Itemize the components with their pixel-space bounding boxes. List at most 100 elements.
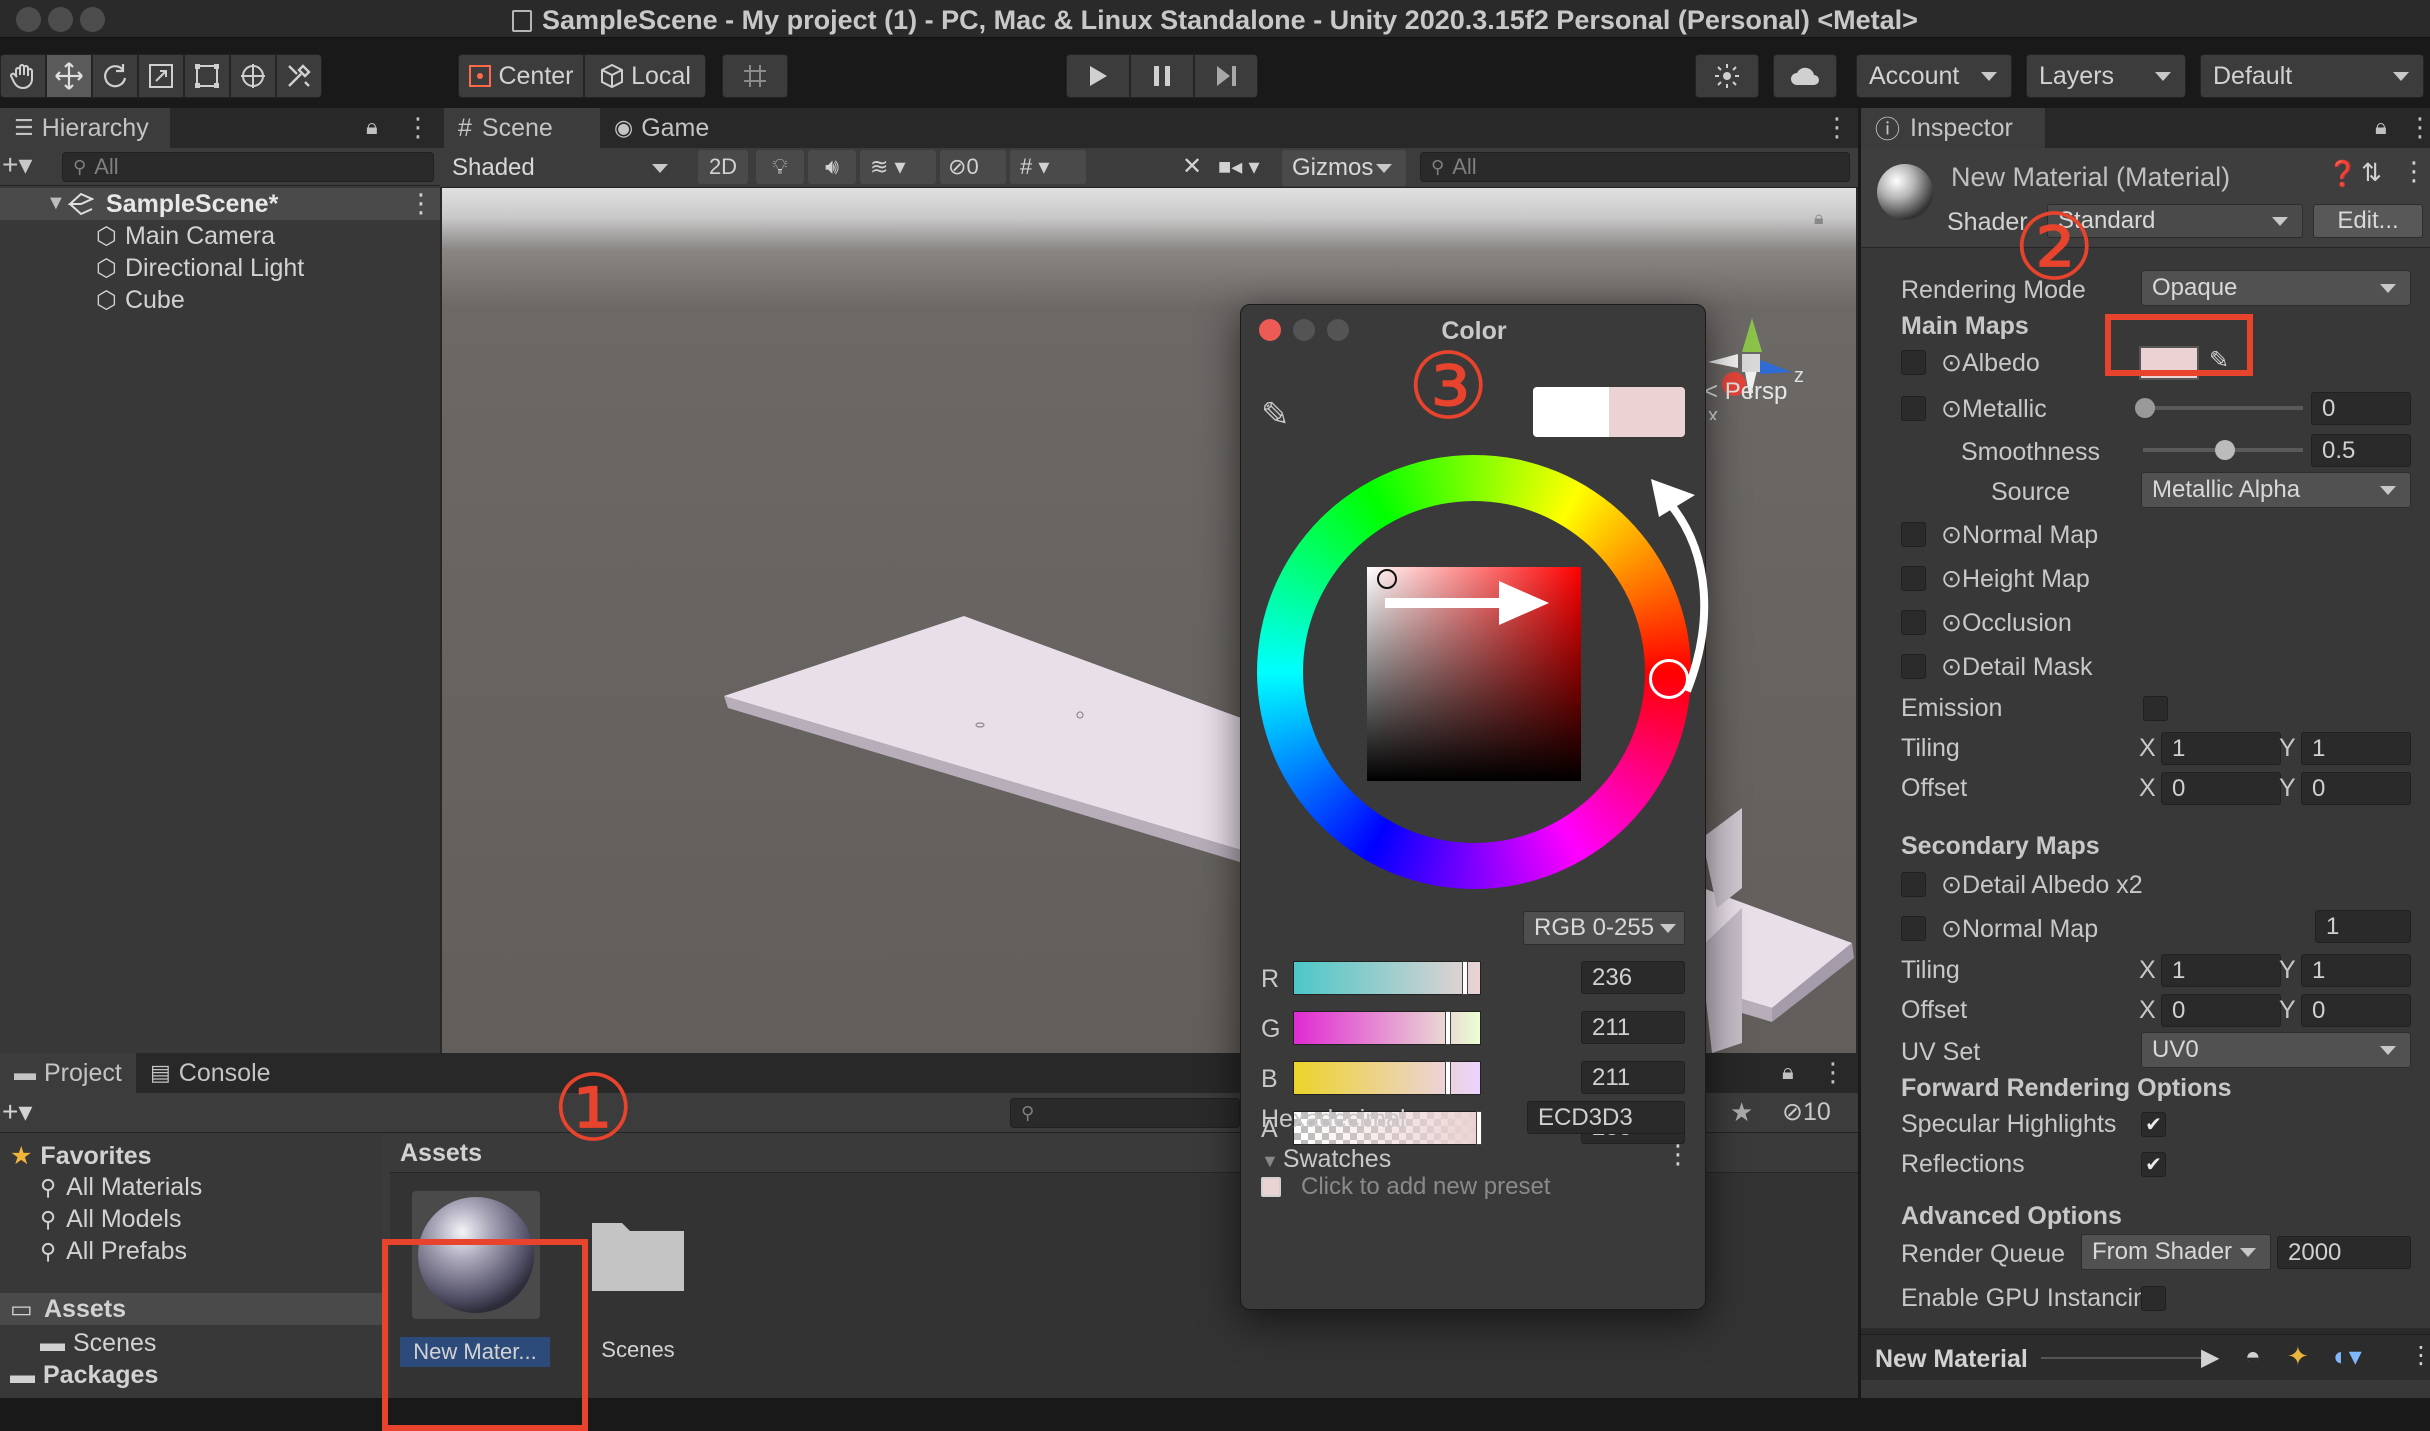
rotate-tool-button[interactable]: [92, 54, 138, 98]
tiling-x-input[interactable]: 1: [2161, 732, 2281, 765]
scene-tools-button[interactable]: ✕: [1170, 150, 1214, 184]
panel-menu-icon[interactable]: ⋮: [2407, 112, 2430, 143]
favorite-item[interactable]: ⚲ All Prefabs: [40, 1237, 187, 1266]
albedo-texture-slot[interactable]: [1901, 350, 1926, 375]
metallic-slider-track[interactable]: [2143, 406, 2303, 410]
grid-snap-button[interactable]: [722, 54, 788, 98]
add-preset-button[interactable]: [1261, 1177, 1281, 1197]
scenes-folder-item[interactable]: [590, 1213, 686, 1293]
hex-input[interactable]: ECD3D3: [1527, 1101, 1685, 1134]
channel-value-input[interactable]: 211: [1581, 1011, 1685, 1044]
hierarchy-item[interactable]: ⬡ Directional Light: [96, 252, 304, 284]
panel-menu-icon[interactable]: ⋮: [405, 112, 431, 143]
cloud-button[interactable]: [1773, 54, 1837, 98]
hierarchy-search-input[interactable]: ⚲ All: [62, 152, 434, 182]
lock-icon[interactable]: 🔒︎: [366, 114, 378, 140]
custom-tool-button[interactable]: [276, 54, 322, 98]
layout-dropdown[interactable]: Default: [2200, 54, 2424, 98]
color-mode-dropdown[interactable]: RGB 0-255: [1523, 911, 1685, 945]
tab-game[interactable]: ◉ Game: [600, 108, 740, 148]
metallic-slider-thumb[interactable]: [2135, 398, 2155, 418]
panel-menu-icon[interactable]: ⋮: [2409, 1341, 2430, 1370]
hidden-packages-toggle[interactable]: ⊘10: [1782, 1097, 1831, 1127]
hierarchy-item[interactable]: ⬡ Main Camera: [96, 220, 275, 252]
grid-dropdown[interactable]: # ▾: [1010, 150, 1086, 184]
tab-inspector[interactable]: ⓘ Inspector: [1861, 108, 2045, 148]
collab-button[interactable]: [1695, 54, 1759, 98]
move-tool-button[interactable]: [46, 54, 92, 98]
eyedropper-icon[interactable]: ✎: [1261, 395, 1290, 435]
shading-mode-dropdown[interactable]: Shaded: [442, 150, 682, 186]
settings-sliders-icon[interactable]: ⇅: [2361, 158, 2382, 188]
effects-dropdown[interactable]: ≋ ▾: [860, 150, 936, 184]
smoothness-input[interactable]: 0.5: [2311, 434, 2411, 467]
swatches-menu-icon[interactable]: ⋮: [1665, 1139, 1691, 1170]
sec-offset-x-input[interactable]: 0: [2161, 994, 2281, 1027]
hidden-objects-toggle[interactable]: ⊘0: [940, 150, 1006, 184]
pivot-local-button[interactable]: Local: [584, 54, 706, 98]
hierarchy-item[interactable]: ⬡ Cube: [96, 284, 185, 316]
channel-slider-thumb[interactable]: [1462, 961, 1468, 995]
specular-highlights-checkbox[interactable]: ✔: [2141, 1112, 2166, 1137]
tiling-y-input[interactable]: 1: [2301, 732, 2411, 765]
sec-offset-y-input[interactable]: 0: [2301, 994, 2411, 1027]
lock-icon[interactable]: 🔒︎: [2375, 114, 2387, 140]
scenes-tree-row[interactable]: ▬ Scenes: [40, 1329, 156, 1358]
preview-shape-dropdown[interactable]: ◐▾: [2333, 1341, 2362, 1372]
packages-tree-row[interactable]: ▬ Packages: [10, 1361, 158, 1390]
step-button[interactable]: [1194, 54, 1258, 98]
scene-root-row[interactable]: ▼ SampleScene* ⋮: [0, 188, 440, 220]
tab-hierarchy[interactable]: ☰ Hierarchy: [0, 108, 170, 148]
tab-project[interactable]: ▬ Project: [0, 1053, 136, 1093]
panel-menu-icon[interactable]: ⋮: [1820, 1057, 1846, 1088]
scale-tool-button[interactable]: [138, 54, 184, 98]
tab-scene[interactable]: # Scene: [444, 108, 600, 148]
sec-normal-scale-input[interactable]: 1: [2315, 910, 2411, 943]
preview-drag-handle[interactable]: [2041, 1357, 2211, 1359]
channel-value-input[interactable]: 211: [1581, 1061, 1685, 1094]
add-icon[interactable]: +▾: [2, 148, 32, 181]
favorite-item[interactable]: ⚲ All Models: [40, 1205, 181, 1234]
play-icon[interactable]: ▶: [2201, 1343, 2219, 1372]
shader-edit-button[interactable]: Edit...: [2313, 204, 2423, 238]
breadcrumb-assets[interactable]: Assets: [400, 1139, 482, 1168]
star-icon[interactable]: ★: [1730, 1097, 1753, 1128]
play-button[interactable]: [1066, 54, 1130, 98]
uv-set-dropdown[interactable]: UV0: [2141, 1032, 2411, 1068]
panel-menu-icon[interactable]: ⋮: [1824, 112, 1850, 143]
camera-dropdown[interactable]: ■◂ ▾: [1218, 150, 1278, 184]
add-icon[interactable]: +▾: [2, 1095, 32, 1128]
sec-tiling-x-input[interactable]: 1: [2161, 954, 2281, 987]
pivot-center-button[interactable]: Center: [458, 54, 584, 98]
channel-value-input[interactable]: 236: [1581, 961, 1685, 994]
height-map-slot[interactable]: [1901, 566, 1926, 591]
gpu-instancing-checkbox[interactable]: [2141, 1286, 2166, 1311]
persp-label[interactable]: < Persp: [1704, 378, 1787, 406]
scene-menu-icon[interactable]: ⋮: [408, 188, 434, 219]
channel-slider[interactable]: [1293, 1011, 1481, 1045]
layers-dropdown[interactable]: Layers: [2026, 54, 2186, 98]
scenes-folder-label[interactable]: Scenes: [586, 1337, 690, 1363]
channel-slider-thumb[interactable]: [1445, 1061, 1451, 1095]
channel-slider[interactable]: [1293, 961, 1481, 995]
previous-color-swatch[interactable]: [1533, 387, 1609, 437]
occlusion-slot[interactable]: [1901, 610, 1926, 635]
audio-toggle-button[interactable]: 🔊︎: [808, 150, 856, 184]
assets-tree-row[interactable]: ▭ Assets: [0, 1293, 382, 1325]
reflections-checkbox[interactable]: ✔: [2141, 1152, 2166, 1177]
sec-tiling-y-input[interactable]: 1: [2301, 954, 2411, 987]
sec-normal-map-slot[interactable]: [1901, 916, 1926, 941]
hand-tool-button[interactable]: [0, 54, 46, 98]
channel-slider-thumb[interactable]: [1476, 1111, 1482, 1145]
detail-mask-slot[interactable]: [1901, 654, 1926, 679]
render-queue-dropdown[interactable]: From Shader: [2081, 1234, 2271, 1270]
source-dropdown[interactable]: Metallic Alpha: [2141, 472, 2411, 508]
lock-icon[interactable]: 🔒︎: [1782, 1059, 1794, 1085]
channel-slider-thumb[interactable]: [1445, 1011, 1451, 1045]
component-menu-icon[interactable]: ⋮: [2401, 156, 2427, 187]
rect-tool-button[interactable]: [184, 54, 230, 98]
transform-tool-button[interactable]: [230, 54, 276, 98]
project-search-input[interactable]: ⚲: [1010, 1098, 1240, 1128]
expand-arrow-icon[interactable]: ▼: [46, 192, 66, 215]
smoothness-slider-thumb[interactable]: [2215, 440, 2235, 460]
